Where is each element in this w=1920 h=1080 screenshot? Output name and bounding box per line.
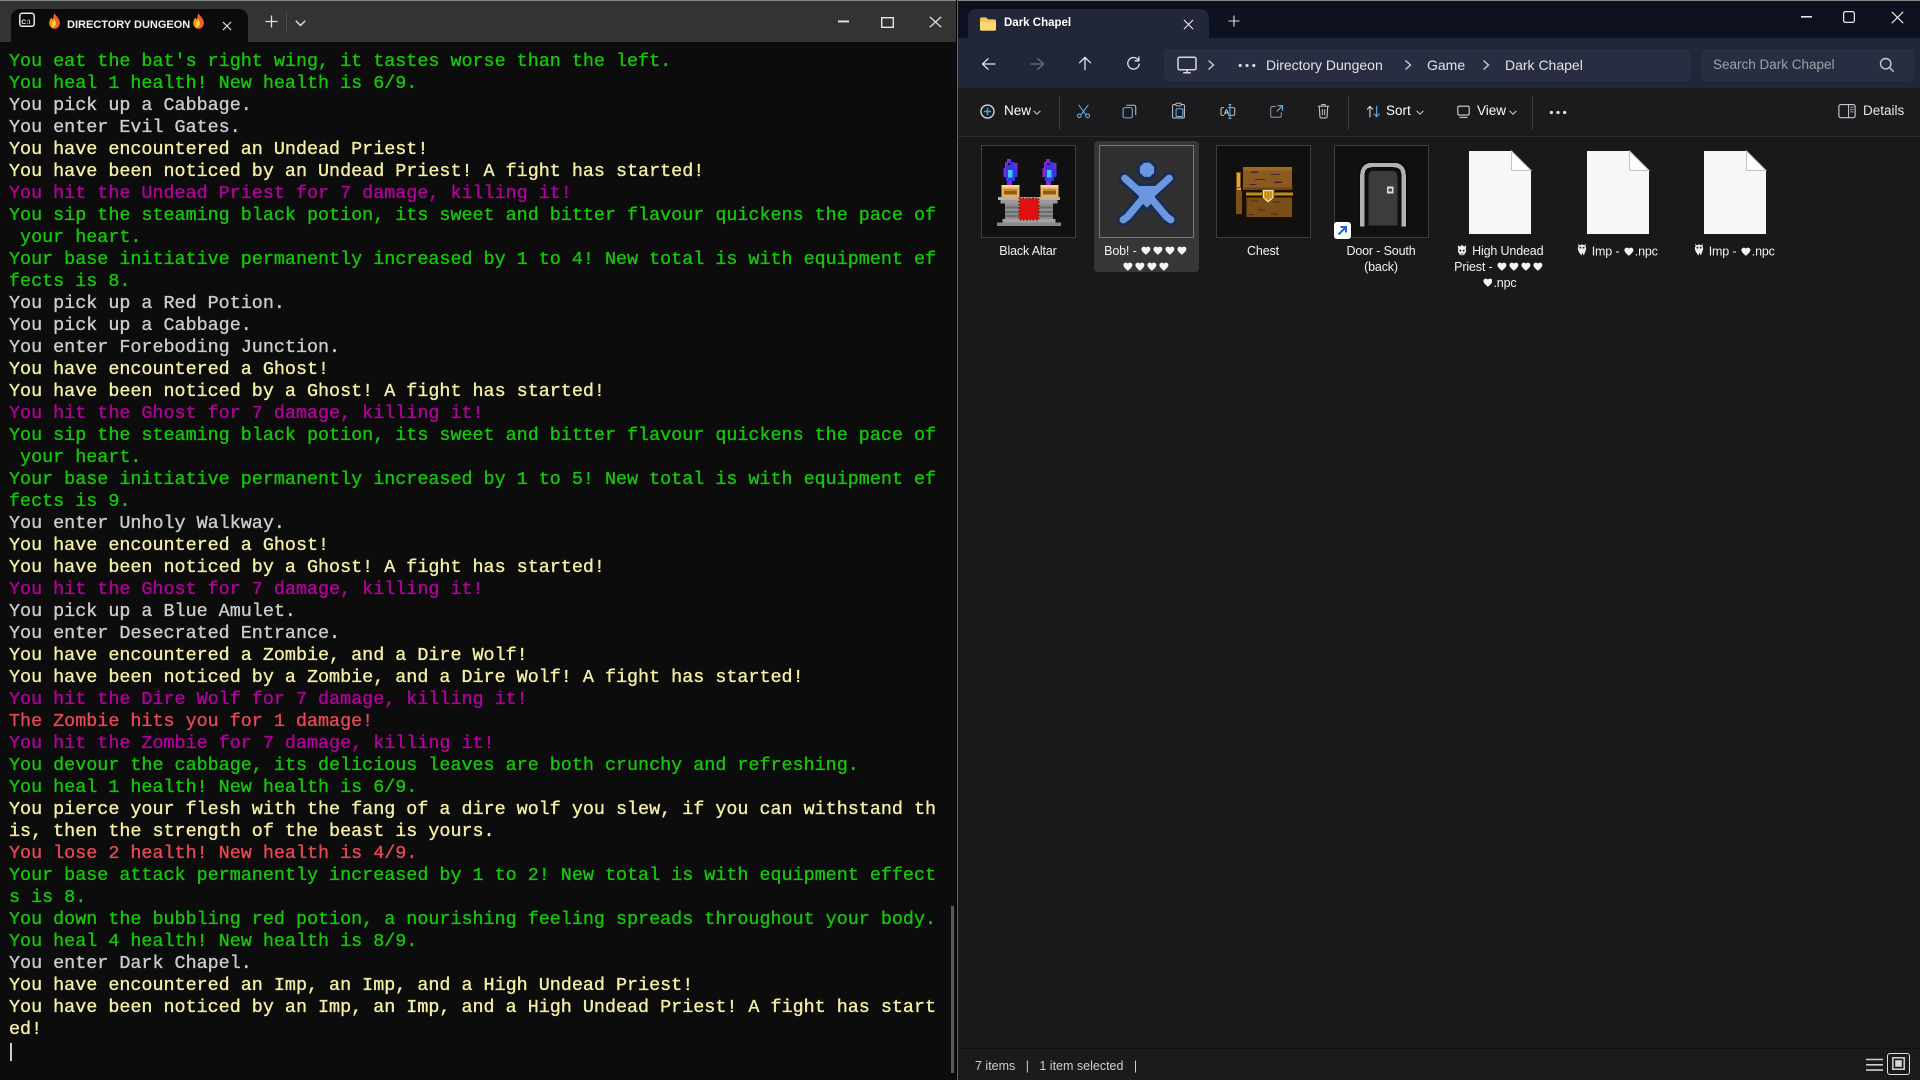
svg-text:C:\: C:\ [21,19,30,26]
svg-text:A: A [1224,107,1230,116]
